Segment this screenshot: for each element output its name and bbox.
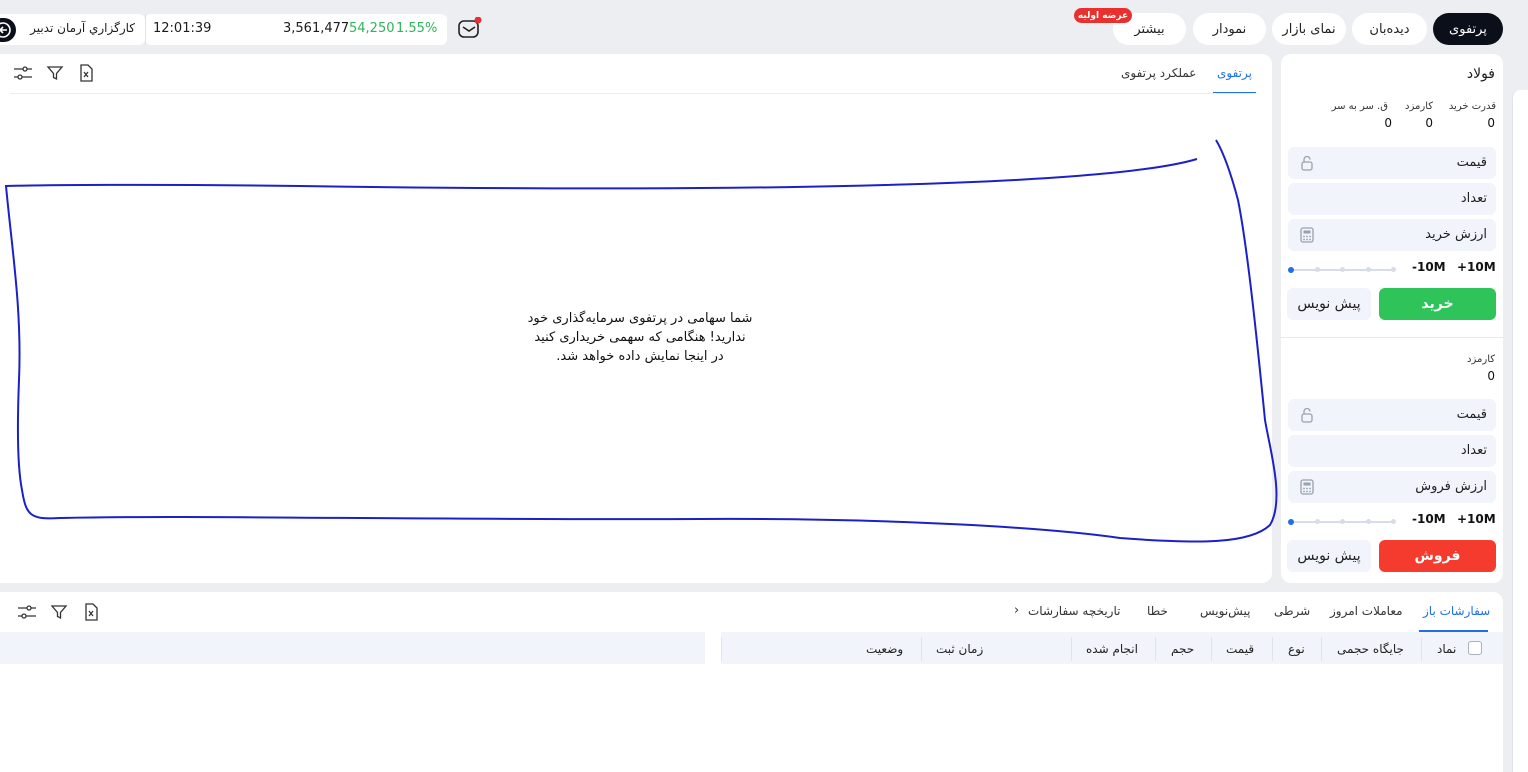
sell-qty-field[interactable]: تعداد — [1288, 435, 1496, 467]
col-volume[interactable]: حجم — [1171, 642, 1194, 656]
sell-value-label: ارزش فروش — [1415, 479, 1487, 494]
slider-knob[interactable] — [1288, 267, 1294, 273]
tab-conditional[interactable]: شرطی — [1274, 604, 1310, 618]
sell-minus-10m[interactable]: -10M — [1412, 512, 1446, 526]
nav-watchlist[interactable]: دیده‌بان — [1352, 13, 1427, 45]
sell-price-label: قیمت — [1456, 407, 1487, 422]
empty-line-3: در اینجا نمایش داده خواهد شد. — [556, 349, 724, 364]
slider-knob[interactable] — [1288, 519, 1294, 525]
orders-table-header — [0, 632, 1503, 664]
sell-plus-10m[interactable]: +10M — [1457, 512, 1496, 526]
tab-open-orders[interactable]: سفارشات باز — [1423, 604, 1490, 618]
buy-fee-label: کارمزد — [1405, 101, 1433, 112]
col-type[interactable]: نوع — [1288, 642, 1305, 656]
filter-icon[interactable] — [45, 63, 65, 83]
index-ticker: 12:01:39 3,561,477 54,250 1.55% — [145, 14, 447, 45]
settings-sliders-icon[interactable] — [16, 602, 38, 622]
tab-drafts[interactable]: پیش‌نویس — [1200, 604, 1250, 618]
settings-sliders-icon[interactable] — [12, 63, 34, 83]
filter-icon[interactable] — [49, 602, 69, 622]
sell-value-field[interactable]: ارزش فروش — [1288, 471, 1496, 503]
index-value: 3,561,477 — [283, 21, 350, 36]
mail-icon[interactable] — [456, 16, 482, 41]
sell-draft-button[interactable]: پیش نویس — [1287, 540, 1371, 572]
index-change-pct: 1.55% — [396, 21, 438, 36]
tab-errors[interactable]: خطا — [1147, 604, 1168, 618]
sell-qty-label: تعداد — [1460, 443, 1487, 458]
tabs-divider — [10, 93, 1256, 94]
tab-today-trades[interactable]: معاملات امروز — [1330, 604, 1403, 618]
sell-button[interactable]: فروش — [1379, 540, 1496, 572]
buy-price-field[interactable]: قیمت — [1288, 147, 1496, 179]
buy-qty-label: تعداد — [1460, 191, 1487, 206]
buy-draft-button[interactable]: پیش نویس — [1287, 288, 1371, 320]
calculator-icon[interactable] — [1298, 478, 1316, 496]
tab-portfolio[interactable]: پرتفوی — [1217, 66, 1252, 80]
nav-market-view[interactable]: نمای بازار — [1272, 13, 1346, 45]
buy-power-label: قدرت خرید — [1448, 101, 1496, 112]
col-submit-time[interactable]: زمان ثبت — [936, 642, 983, 656]
buy-power-value: 0 — [1487, 116, 1495, 130]
col-price[interactable]: قیمت — [1226, 642, 1254, 656]
excel-icon[interactable] — [81, 602, 101, 622]
buy-value-field[interactable]: ارزش خرید — [1288, 219, 1496, 251]
select-all-checkbox[interactable] — [1468, 641, 1482, 655]
buy-price-label: قیمت — [1456, 155, 1487, 170]
buy-button[interactable]: خرید — [1379, 288, 1496, 320]
side-edge — [1512, 90, 1528, 772]
empty-portfolio-message: شما سهامی در پرتفوی سرمایه‌گذاری خود ندا… — [490, 309, 790, 366]
symbol-title: فولاد — [1466, 66, 1495, 82]
broker-name: كارگزاري آرمان تدبير — [30, 21, 135, 35]
col-queue-position[interactable]: جایگاه حجمی — [1337, 642, 1404, 656]
chevron-right-icon[interactable]: › — [1014, 603, 1019, 618]
buy-qty-field[interactable]: تعداد — [1288, 183, 1496, 215]
buy-value-label: ارزش خرید — [1425, 227, 1487, 242]
lock-icon[interactable] — [1298, 154, 1316, 172]
lock-icon[interactable] — [1298, 406, 1316, 424]
breakeven-label: ق. سر به سر — [1331, 101, 1388, 112]
calculator-icon[interactable] — [1298, 226, 1316, 244]
index-change: 54,250 — [349, 21, 395, 36]
form-divider — [1281, 337, 1503, 338]
breakeven-value: 0 — [1384, 116, 1392, 130]
ipo-badge[interactable]: عرضه اولیه — [1074, 8, 1132, 23]
buy-fee-value: 0 — [1425, 116, 1433, 130]
nav-portfolio[interactable]: پرتفوی — [1433, 13, 1503, 45]
col-symbol[interactable]: نماد — [1437, 642, 1456, 656]
separator — [145, 14, 146, 45]
sell-fee-value: 0 — [1487, 369, 1495, 383]
empty-line-1: شما سهامی در پرتفوی سرمایه‌گذاری خود — [527, 311, 753, 326]
logout-icon[interactable] — [0, 18, 16, 42]
buy-slider[interactable] — [1288, 267, 1396, 273]
buy-minus-10m[interactable]: -10M — [1412, 260, 1446, 274]
col-executed[interactable]: انجام شده — [1086, 642, 1138, 656]
orders-panel — [0, 592, 1503, 772]
table-gap — [705, 632, 721, 664]
nav-chart[interactable]: نمودار — [1193, 13, 1266, 45]
sell-slider[interactable] — [1288, 519, 1396, 525]
excel-icon[interactable] — [76, 63, 96, 83]
tab-portfolio-performance[interactable]: عملکرد پرتفوی — [1121, 66, 1196, 80]
sell-price-field[interactable]: قیمت — [1288, 399, 1496, 431]
empty-line-2: ندارید! هنگامی که سهمی خریداری کنید — [534, 330, 746, 345]
sell-fee-label: کارمزد — [1467, 354, 1495, 365]
tab-order-history[interactable]: تاریخچه سفارشات — [1028, 604, 1120, 618]
broker-box: كارگزاري آرمان تدبير — [0, 14, 145, 45]
buy-plus-10m[interactable]: +10M — [1457, 260, 1496, 274]
col-status[interactable]: وضعیت — [866, 642, 903, 656]
